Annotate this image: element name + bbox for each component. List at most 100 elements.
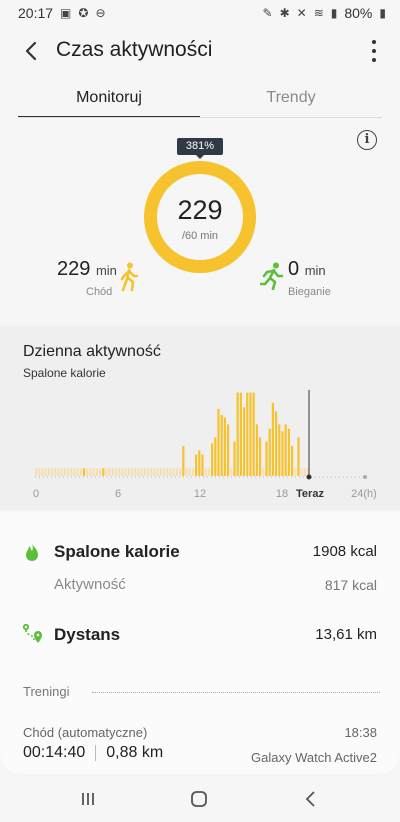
calorie-bar (131, 468, 134, 476)
home-icon[interactable] (190, 790, 208, 808)
calorie-bar (51, 468, 54, 476)
calorie-bar (294, 468, 297, 476)
pen-icon: ✎ (262, 6, 273, 20)
calorie-bar (211, 443, 214, 476)
calorie-bar (79, 468, 82, 476)
distance-icon (22, 623, 42, 643)
battery-icon: ▮ (379, 6, 386, 20)
calorie-bar (172, 468, 175, 476)
calorie-bar (156, 468, 159, 476)
app-notification-icon: ✪ (78, 6, 89, 20)
back-icon[interactable] (20, 38, 44, 64)
calories-label: Spalone kalorie (54, 542, 180, 561)
workout-duration: 00:14:40 (23, 744, 86, 761)
calorie-bar (271, 402, 274, 476)
system-nav-bar (0, 778, 400, 822)
app-bar: Czas aktywności (0, 28, 400, 76)
calorie-bar (265, 441, 268, 476)
active-minutes-goal: /60 min (181, 230, 219, 242)
calorie-bar (278, 424, 281, 476)
x-tick-label: 24(h) (351, 488, 377, 500)
x-tick-label: 0 (33, 488, 39, 500)
calorie-bar (105, 468, 108, 476)
calorie-bar (303, 468, 306, 476)
page-title: Czas aktywności (56, 38, 213, 61)
dnd-icon: ⊖ (95, 6, 106, 20)
nav-back-icon[interactable] (303, 790, 319, 808)
calorie-bar (127, 468, 130, 476)
flame-icon (26, 543, 38, 561)
walking-icon (120, 262, 138, 292)
calorie-bar (121, 468, 124, 476)
calorie-bar (57, 468, 60, 476)
daily-activity-section: Dzienna aktywność Spalone kalorie 0 6 12… (0, 326, 400, 510)
x-tick-now: Teraz (296, 488, 324, 500)
calorie-bar (236, 392, 239, 476)
calorie-bar (163, 468, 166, 476)
calorie-bar (54, 468, 57, 476)
calorie-bar (287, 428, 290, 476)
workout-stats[interactable]: 00:14:40 0,88 km (23, 744, 163, 762)
status-bar: 20:17 ▣ ✪ ⊖ ✎ ✱ ✕ ≋ ▮ 80% ▮ (0, 0, 400, 26)
calorie-bar (268, 428, 271, 476)
calorie-bar (233, 441, 236, 476)
calorie-bar (140, 468, 143, 476)
calorie-bar (207, 468, 210, 476)
tab-trendy[interactable]: Trendy (200, 84, 382, 118)
calorie-bar (246, 392, 249, 476)
calorie-bar (255, 424, 258, 476)
calorie-bar (102, 468, 105, 476)
workout-device: Galaxy Watch Active2 (251, 750, 377, 765)
x-tick-label: 12 (194, 488, 206, 500)
calorie-bar (99, 468, 102, 476)
percent-badge: 381% (177, 138, 223, 159)
calorie-bar (89, 468, 92, 476)
recents-icon[interactable] (80, 791, 96, 807)
calorie-bar (252, 392, 255, 476)
distance-value: 13,61 km (315, 626, 377, 643)
calorie-bar (201, 454, 204, 476)
calorie-bar (124, 468, 127, 476)
calorie-bar (95, 468, 98, 476)
calories-bar-chart: 0 6 12 18 Teraz 24(h) (33, 390, 377, 500)
info-icon[interactable]: i (357, 130, 377, 150)
calorie-bar (249, 392, 252, 476)
activity-label: Aktywność (54, 576, 126, 593)
calorie-bar (63, 468, 66, 476)
workout-time: 18:38 (344, 725, 377, 740)
calorie-bar (111, 468, 114, 476)
calorie-bar (67, 468, 70, 476)
mute-icon: ✕ (296, 6, 307, 20)
stats-card: Spalone kalorie 1908 kcal Aktywność 817 … (0, 512, 400, 774)
calorie-bar (150, 468, 153, 476)
calorie-bar (137, 468, 140, 476)
distance-label: Dystans (54, 625, 121, 644)
calorie-bar (86, 468, 89, 476)
tab-monitoruj[interactable]: Monitoruj (18, 84, 200, 118)
calorie-bar (239, 392, 242, 476)
workouts-section-label: Treningi (23, 684, 70, 699)
calorie-bar (47, 468, 50, 476)
activity-value: 817 kcal (324, 577, 377, 593)
status-time: 20:17 (18, 5, 54, 21)
calorie-bar (185, 467, 188, 476)
calorie-bar (262, 468, 265, 476)
workout-name[interactable]: Chód (automatyczne) (23, 725, 147, 740)
x-tick-label: 6 (115, 488, 121, 500)
calorie-bar (70, 468, 73, 476)
calorie-bar (198, 450, 201, 476)
calorie-bar (297, 437, 300, 476)
calorie-bar (227, 424, 230, 476)
running-minutes: 0 min (288, 258, 326, 280)
calorie-bar (275, 411, 278, 476)
walking-label: Chód (86, 286, 113, 298)
calorie-bar (179, 468, 182, 476)
calorie-bar (83, 468, 86, 476)
calorie-bar (195, 454, 198, 476)
running-label: Bieganie (288, 286, 331, 298)
calorie-bar (76, 468, 79, 476)
calorie-bar (223, 417, 226, 476)
more-icon[interactable] (370, 40, 378, 62)
gallery-notification-icon: ▣ (60, 6, 72, 20)
calorie-bar (60, 468, 63, 476)
